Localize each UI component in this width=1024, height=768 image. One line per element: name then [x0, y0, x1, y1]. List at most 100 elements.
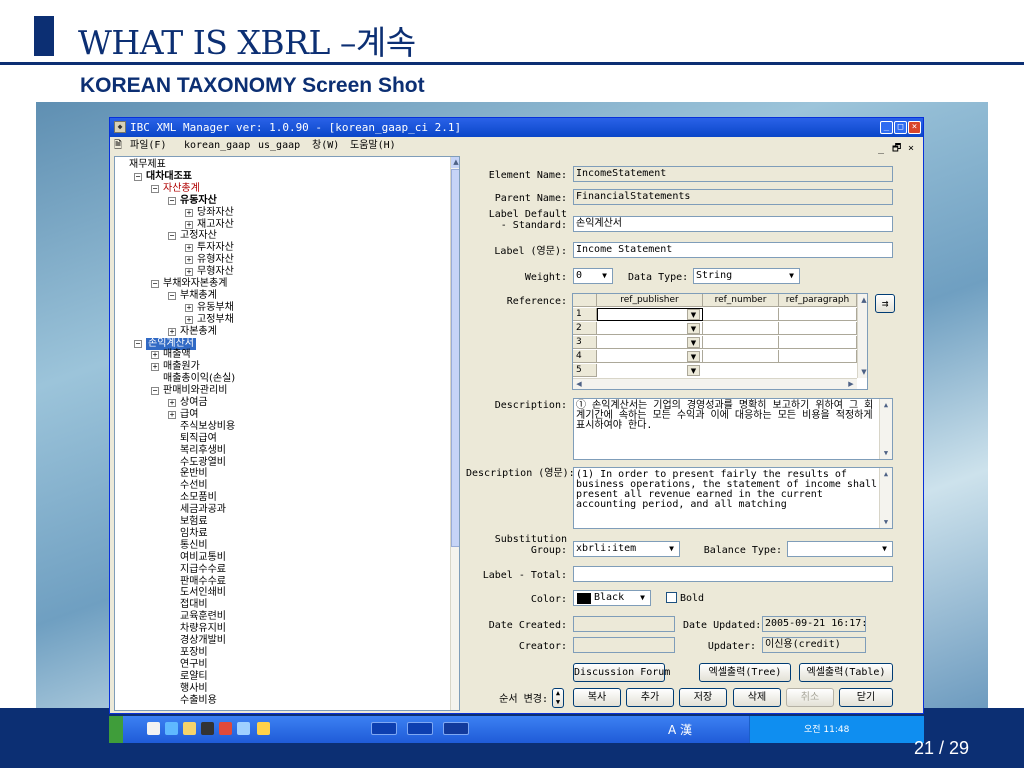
tree-expand-icon[interactable]: +	[185, 208, 193, 217]
tree-item[interactable]: 자산총계	[163, 183, 200, 195]
scroll-up-arrow-icon[interactable]: ▲	[451, 157, 459, 168]
label-total-field[interactable]	[573, 566, 893, 582]
tree-item[interactable]: 수선비	[180, 480, 208, 492]
mdi-minimize-button[interactable]: _	[878, 140, 884, 158]
scroll-up-arrow-icon[interactable]: ▲	[880, 468, 892, 480]
taskbar-window-button[interactable]	[407, 722, 433, 735]
grid-cell[interactable]	[779, 336, 857, 349]
taskbar-window-button-active[interactable]	[443, 722, 469, 735]
tree-item[interactable]: 매출원가	[163, 361, 200, 373]
tree-item[interactable]: 매출액	[163, 349, 191, 361]
grid-cell[interactable]	[703, 308, 779, 321]
tree-item[interactable]: 유동자산	[180, 195, 217, 207]
tree-expand-icon[interactable]: +	[185, 244, 193, 253]
tree-collapse-icon[interactable]: −	[151, 184, 159, 193]
mdi-close-button[interactable]: ×	[908, 140, 914, 158]
tree-item[interactable]: 로얄티	[180, 671, 208, 683]
tree-expand-icon[interactable]: +	[168, 327, 176, 336]
tree-item[interactable]: 보험료	[180, 516, 208, 528]
tree-item[interactable]: 무형자산	[197, 266, 234, 278]
tree-expand-icon[interactable]: +	[185, 268, 193, 277]
export-reference-button[interactable]: ⇉	[875, 294, 895, 313]
dropdown-arrow-icon[interactable]: ▼	[687, 309, 700, 320]
tree-item[interactable]: 퇴직급여	[180, 433, 217, 445]
scroll-down-arrow-icon[interactable]: ▼	[858, 366, 867, 378]
dropdown-arrow-icon[interactable]: ▼	[687, 365, 700, 376]
menu-help[interactable]: 도움말(H)	[350, 137, 396, 155]
scroll-right-arrow-icon[interactable]: ▶	[845, 378, 857, 389]
tree-item[interactable]: 지급수수료	[180, 564, 226, 576]
substitution-group-select[interactable]: xbrli:item ▼	[573, 541, 680, 557]
tree-item[interactable]: 임차료	[180, 528, 208, 540]
maximize-button[interactable]: □	[894, 121, 907, 134]
tree-item[interactable]: 투자자산	[197, 242, 234, 254]
tree-item[interactable]: 세금과공과	[180, 504, 226, 516]
quicklaunch-app2-icon[interactable]	[237, 722, 250, 735]
tree-item[interactable]: 수출비용	[180, 695, 217, 707]
dropdown-arrow-icon[interactable]: ▼	[687, 351, 700, 362]
grid-cell[interactable]	[703, 336, 779, 349]
taxonomy-tree[interactable]: 재무제표 − 대차대조표 − 자산총계 − 유동자산 + 당좌자산 + 재고자산 − 고정자산 + 투자자산…	[114, 156, 460, 711]
start-button[interactable]	[109, 716, 123, 743]
dropdown-arrow-icon[interactable]: ▼	[665, 543, 678, 555]
menu-file[interactable]: 파일(F)	[130, 137, 166, 155]
tree-item[interactable]: 부채총계	[180, 290, 217, 302]
description-textarea[interactable]: ① 손익계산서는 기업의 경영성과를 명확히 보고하기 위하여 그 회계기간에 …	[573, 398, 893, 460]
tree-expand-icon[interactable]: +	[185, 220, 193, 229]
scroll-up-arrow-icon[interactable]: ▲	[880, 399, 892, 411]
grid-header[interactable]: ref_paragraph	[779, 294, 857, 307]
description-english-scrollbar[interactable]: ▲ ▼	[879, 468, 892, 528]
grid-cell[interactable]	[779, 350, 857, 363]
tree-item[interactable]: 경상개발비	[180, 635, 226, 647]
mdi-restore-button[interactable]: 🗗	[892, 140, 901, 158]
tree-item[interactable]: 도서인쇄비	[180, 587, 226, 599]
excel-export-tree-button[interactable]: 엑셀출력(Tree)	[699, 663, 791, 682]
tree-item[interactable]: 여비교통비	[180, 552, 226, 564]
tree-item[interactable]: 유형자산	[197, 254, 234, 266]
tree-item[interactable]: 부채와자본총계	[163, 278, 227, 290]
ime-indicator[interactable]: A 漢	[668, 721, 692, 738]
menu-window[interactable]: 창(W)	[312, 137, 339, 155]
date-updated-field[interactable]: 2005-09-21 16:17:52	[762, 616, 866, 632]
parent-name-field[interactable]: FinancialStatements	[573, 189, 893, 205]
minimize-button[interactable]: _	[880, 121, 893, 134]
add-button[interactable]: 추가	[626, 688, 674, 707]
cancel-button[interactable]: 취소	[786, 688, 834, 707]
discussion-forum-button[interactable]: Discussion Forum	[573, 663, 670, 682]
tree-item[interactable]: 손익계산서	[146, 337, 196, 350]
dropdown-arrow-icon[interactable]: ▼	[878, 543, 891, 555]
grid-cell[interactable]	[779, 322, 857, 335]
tree-item[interactable]: 접대비	[180, 599, 208, 611]
grid-cell[interactable]	[703, 350, 779, 363]
scroll-up-arrow-icon[interactable]: ▲	[858, 294, 867, 306]
dropdown-arrow-icon[interactable]: ▼	[687, 323, 700, 334]
balance-type-select[interactable]: ▼	[787, 541, 893, 557]
menu-korean-gaap[interactable]: korean_gaap	[184, 137, 250, 155]
dropdown-arrow-icon[interactable]: ▼	[598, 270, 611, 282]
tree-item[interactable]: 복리후생비	[180, 445, 226, 457]
tree-item[interactable]: 재무제표	[129, 159, 166, 171]
tree-item[interactable]: 고정부채	[197, 314, 234, 326]
grid-cell[interactable]	[779, 308, 857, 321]
tree-item[interactable]: 급여	[180, 409, 198, 421]
grid-horizontal-scrollbar[interactable]: ◀ ▶	[573, 378, 857, 389]
tree-item[interactable]: 자본총계	[180, 326, 217, 338]
tree-item[interactable]: 소모품비	[180, 492, 217, 504]
tree-item[interactable]: 연구비	[180, 659, 208, 671]
dropdown-arrow-icon[interactable]: ▼	[687, 337, 700, 348]
tree-item[interactable]: 판매수수료	[180, 576, 226, 588]
copy-button[interactable]: 복사	[573, 688, 621, 707]
tree-item[interactable]: 행사비	[180, 683, 208, 695]
weight-select[interactable]: 0 ▼	[573, 268, 613, 284]
scroll-left-arrow-icon[interactable]: ◀	[573, 378, 585, 389]
close-button[interactable]: 닫기	[839, 688, 893, 707]
quicklaunch-app-icon[interactable]	[219, 722, 232, 735]
tree-item[interactable]: 운반비	[180, 468, 208, 480]
quicklaunch-desktop-icon[interactable]	[147, 722, 160, 735]
updater-field[interactable]: 이신용(credit)	[762, 637, 866, 653]
tree-collapse-icon[interactable]: −	[168, 232, 176, 241]
tree-item[interactable]: 고정자산	[180, 230, 217, 242]
description-scrollbar[interactable]: ▲ ▼	[879, 399, 892, 459]
tree-item[interactable]: 당좌자산	[197, 207, 234, 219]
tree-expand-icon[interactable]: +	[151, 351, 159, 360]
